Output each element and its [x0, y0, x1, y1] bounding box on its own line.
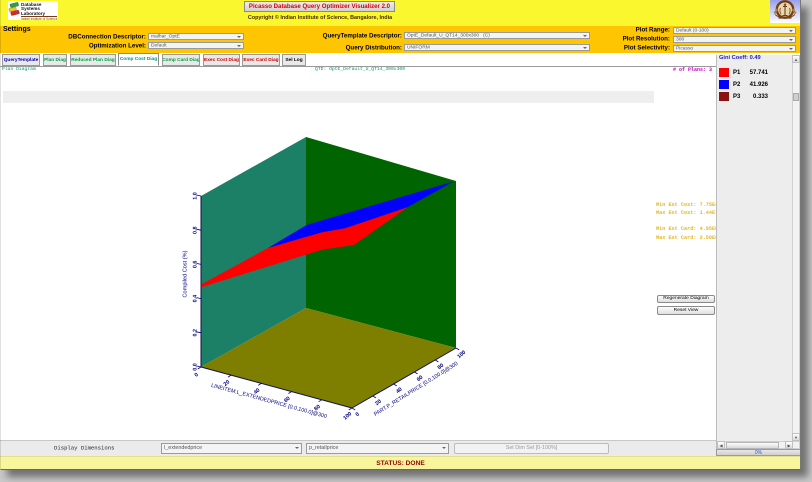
svg-text:0.8: 0.8 [192, 226, 198, 234]
svg-text:Compiled Cost (%): Compiled Cost (%) [181, 250, 188, 297]
svg-text:0.0: 0.0 [192, 363, 198, 371]
svg-text:0: 0 [194, 372, 200, 379]
svg-text:100: 100 [342, 411, 353, 421]
svg-text:0.2: 0.2 [192, 329, 198, 337]
svg-text:100: 100 [456, 350, 467, 360]
svg-text:0.4: 0.4 [192, 295, 198, 303]
svg-text:1.0: 1.0 [192, 192, 198, 200]
svg-text:0: 0 [355, 412, 361, 419]
svg-text:0.6: 0.6 [192, 261, 198, 269]
svg-text:20: 20 [374, 399, 382, 407]
